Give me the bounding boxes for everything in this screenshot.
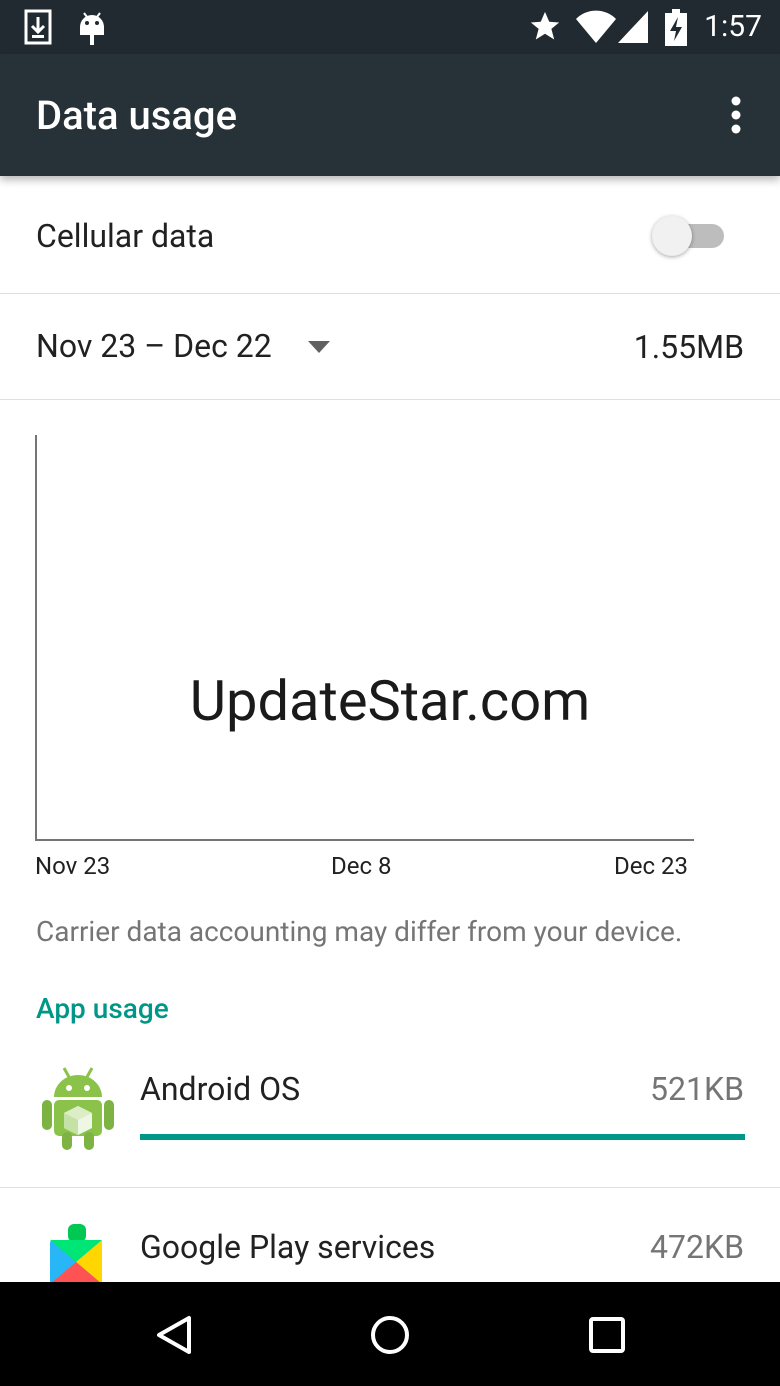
home-icon[interactable] [369,1314,411,1356]
total-usage: 1.55MB [633,328,744,366]
dropdown-arrow-icon[interactable] [308,341,330,353]
switch-thumb [652,216,692,256]
x-tick-label: Dec 23 [614,852,688,880]
recents-icon[interactable] [586,1314,628,1356]
usage-cycle-row: Nov 23 – Dec 22 1.55MB [0,295,780,400]
google-play-services-icon [50,1224,102,1282]
app-row-android-os[interactable]: Android OS 521KB [0,1060,780,1187]
app-name: Android OS [140,1070,301,1108]
app-bar: Data usage [0,54,780,176]
status-bar: 1:57 [0,0,780,54]
star-icon [530,11,560,40]
app-size: 472KB [650,1228,744,1266]
usage-chart: Nov 23 Dec 8 Dec 23 UpdateStar.com [0,400,780,900]
cycle-selector[interactable]: Nov 23 – Dec 22 [36,327,272,365]
app-size: 521KB [650,1070,744,1108]
navigation-bar [0,1282,780,1386]
app-row-google-play-services[interactable]: Google Play services 472KB [0,1188,780,1282]
page-title: Data usage [36,92,237,139]
chart-y-axis [35,435,37,841]
back-icon[interactable] [153,1314,195,1356]
android-debug-icon [80,12,104,45]
download-notification-icon [24,9,52,45]
x-tick-label: Nov 23 [35,852,111,880]
wifi-icon [576,10,616,43]
status-time: 1:57 [704,9,762,44]
carrier-note: Carrier data accounting may differ from … [36,915,683,948]
battery-charging-icon [665,9,687,46]
app-name: Google Play services [140,1228,436,1266]
usage-bar [140,1134,745,1140]
android-os-icon [42,1067,114,1150]
app-usage-header: App usage [36,992,169,1025]
usage-bar-fill [140,1134,745,1140]
x-tick-label: Dec 8 [331,852,392,880]
watermark: UpdateStar.com [189,668,591,734]
chart-x-axis [35,839,694,841]
cell-signal-icon [618,11,648,43]
cellular-data-label: Cellular data [36,217,215,255]
more-vert-icon[interactable] [730,96,742,134]
cellular-data-switch[interactable] [652,214,726,258]
